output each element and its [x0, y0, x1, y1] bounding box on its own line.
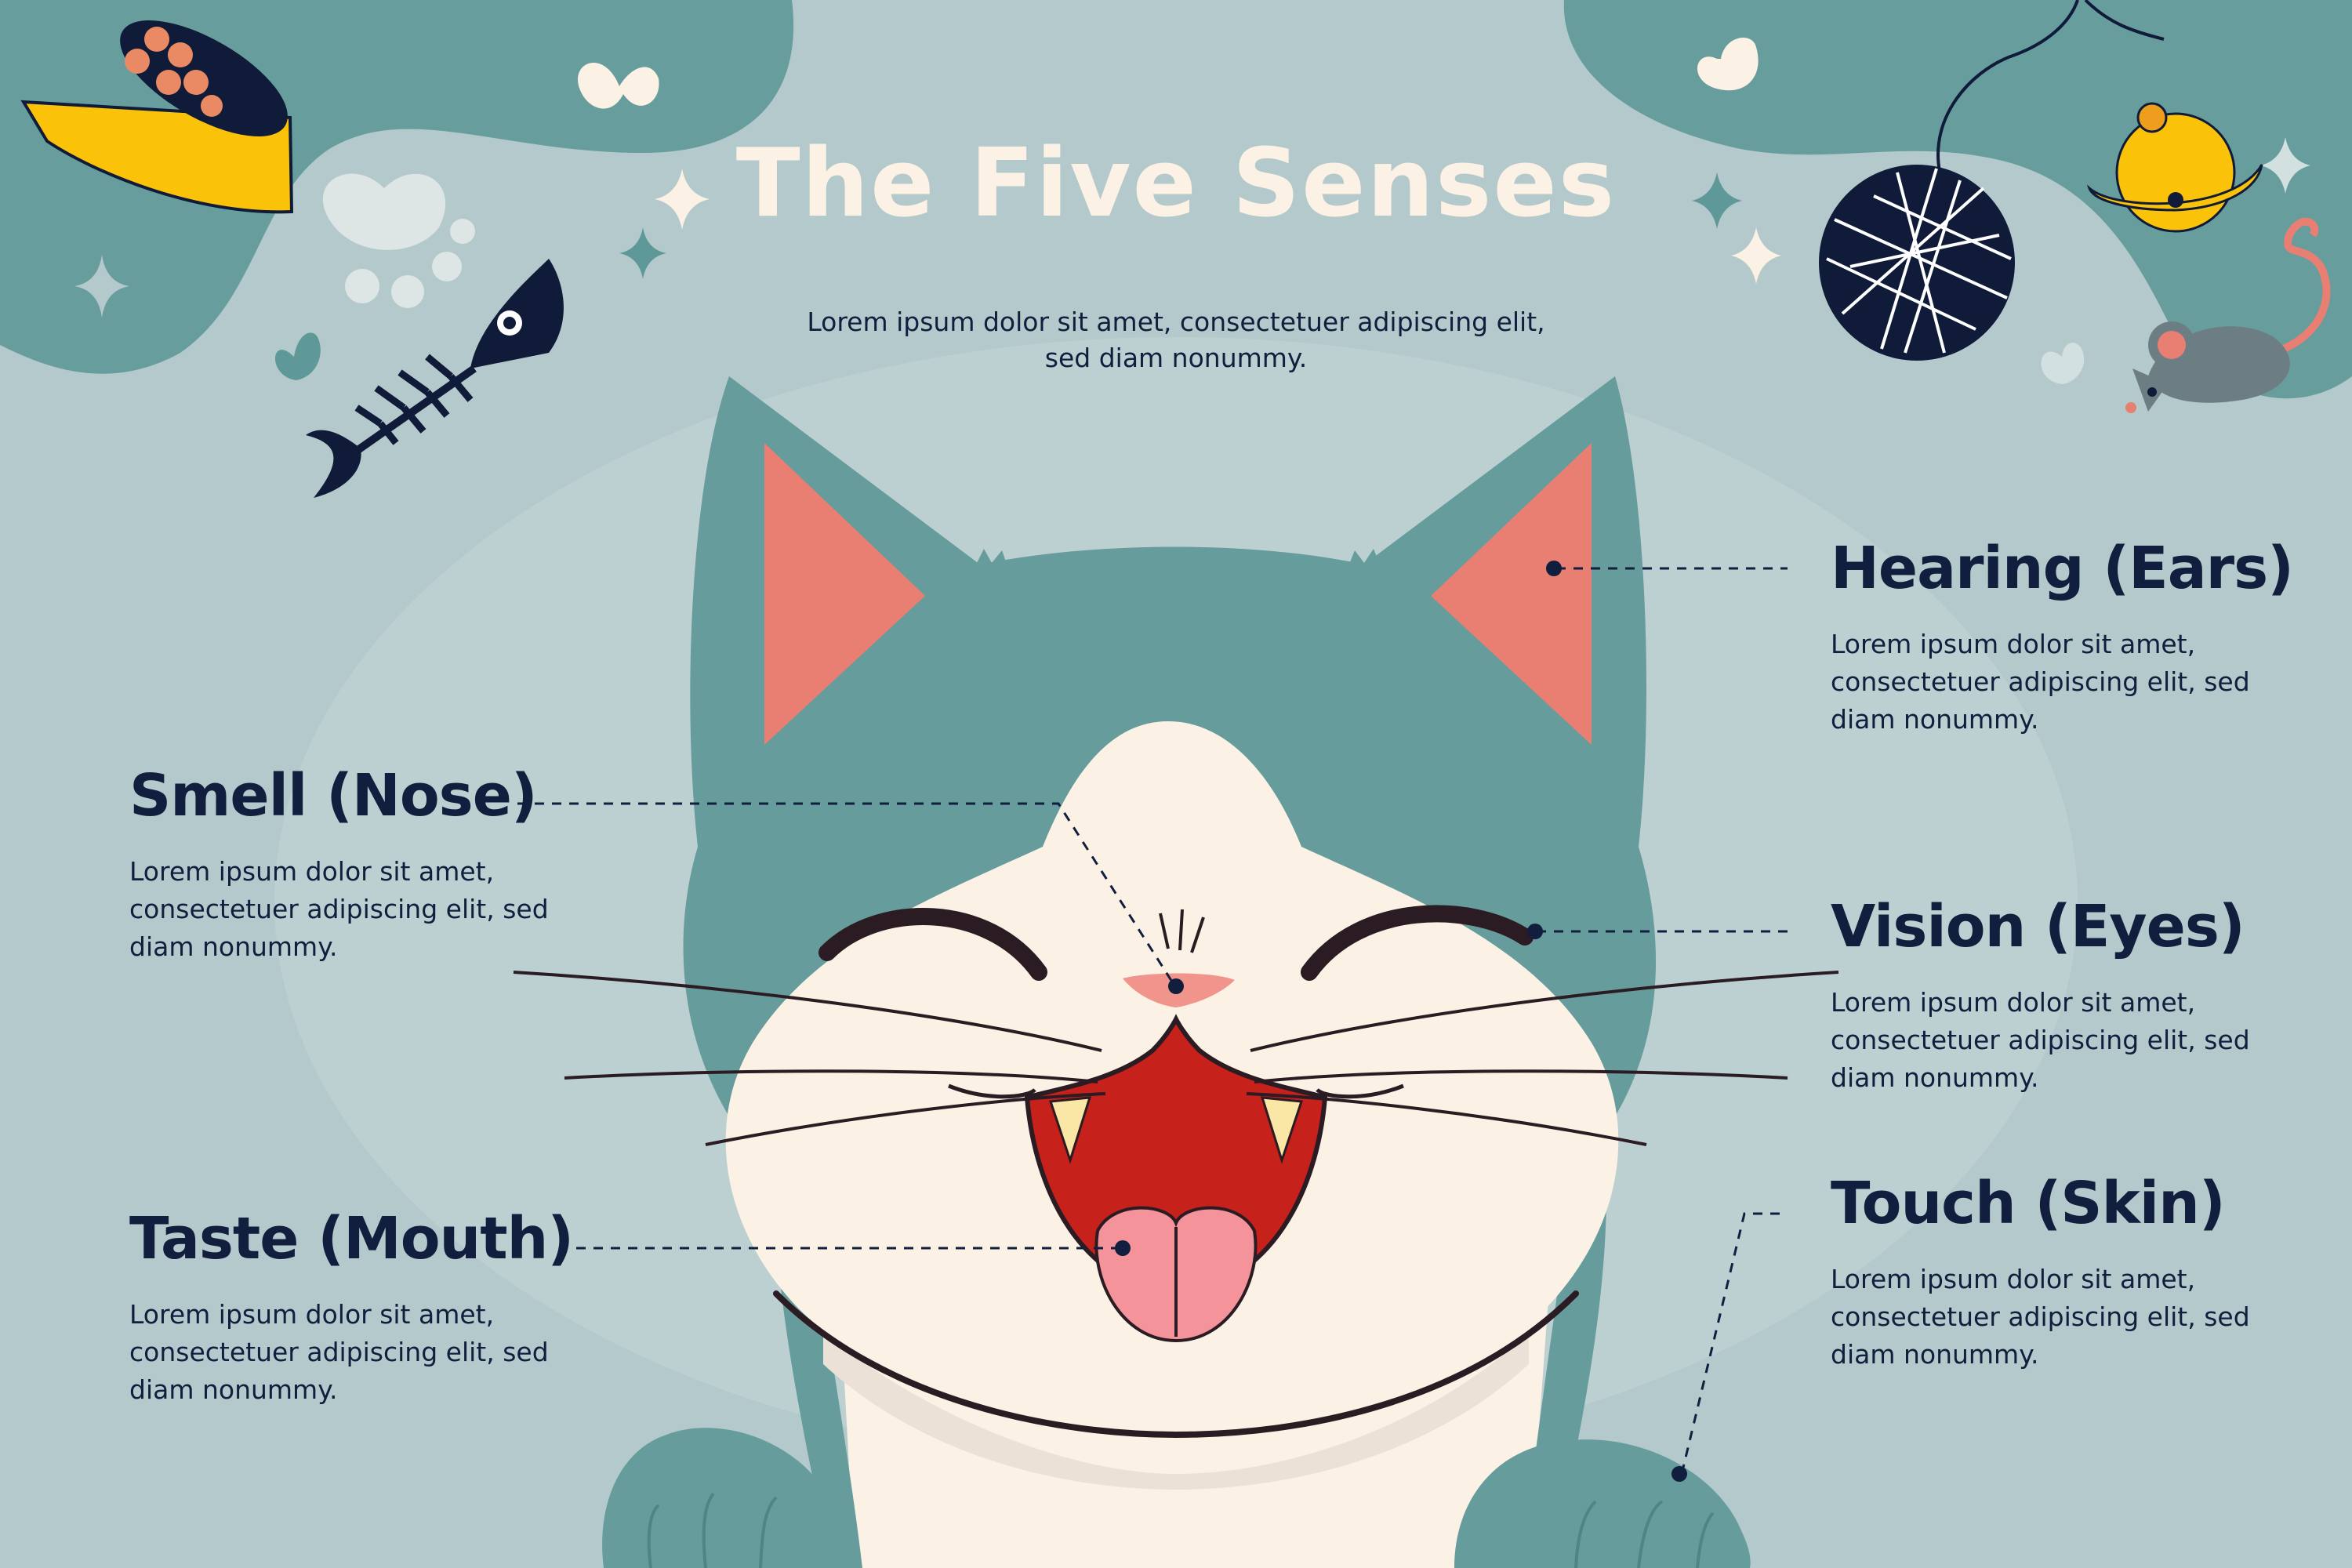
cat-paw-left: [602, 1428, 842, 1568]
callout-dot-smell: [1168, 978, 1184, 994]
sense-taste-body: Lorem ipsum dolor sit amet, consectetuer…: [129, 1299, 549, 1405]
heart-icon: [2041, 343, 2085, 384]
sense-hearing-heading: Hearing (Ears): [1831, 535, 2294, 602]
sense-touch-body: Lorem ipsum dolor sit amet, consectetuer…: [1831, 1264, 2250, 1370]
sparkle-icon: [655, 169, 710, 230]
sense-hearing: Hearing (Ears) Lorem ipsum dolor sit ame…: [1831, 533, 2294, 739]
callout-dot-touch: [1671, 1466, 1687, 1482]
sense-vision: Vision (Eyes) Lorem ipsum dolor sit amet…: [1831, 891, 2270, 1097]
sparkle-icon: [619, 227, 666, 279]
sense-smell-heading: Smell (Nose): [129, 762, 538, 829]
sense-hearing-body: Lorem ipsum dolor sit amet, consectetuer…: [1831, 629, 2250, 735]
callout-dot-taste: [1115, 1240, 1131, 1256]
heart-icon: [274, 332, 321, 380]
sense-smell: Smell (Nose) Lorem ipsum dolor sit amet,…: [129, 760, 568, 966]
sense-vision-body: Lorem ipsum dolor sit amet, consectetuer…: [1831, 987, 2250, 1093]
fish-bone-icon: [306, 259, 564, 498]
page-subtitle: Lorem ipsum dolor sit amet, consectetuer…: [807, 307, 1545, 373]
callout-dot-vision: [1527, 924, 1543, 939]
infographic: The Five Senses Lorem ipsum dolor sit am…: [0, 0, 2352, 1568]
paw-print-icon: [322, 173, 475, 308]
sparkle-icon: [1692, 172, 1742, 229]
sense-touch-heading: Touch (Skin): [1831, 1170, 2226, 1237]
page-title: The Five Senses: [735, 129, 1617, 238]
sense-taste-heading: Taste (Mouth): [129, 1205, 574, 1272]
sense-vision-heading: Vision (Eyes): [1831, 893, 2245, 960]
sparkle-icon: [1731, 227, 1781, 284]
sense-touch: Touch (Skin) Lorem ipsum dolor sit amet,…: [1831, 1168, 2270, 1374]
sense-taste: Taste (Mouth) Lorem ipsum dolor sit amet…: [129, 1203, 574, 1409]
sense-smell-body: Lorem ipsum dolor sit amet, consectetuer…: [129, 856, 549, 962]
callout-dot-hearing: [1546, 561, 1562, 576]
